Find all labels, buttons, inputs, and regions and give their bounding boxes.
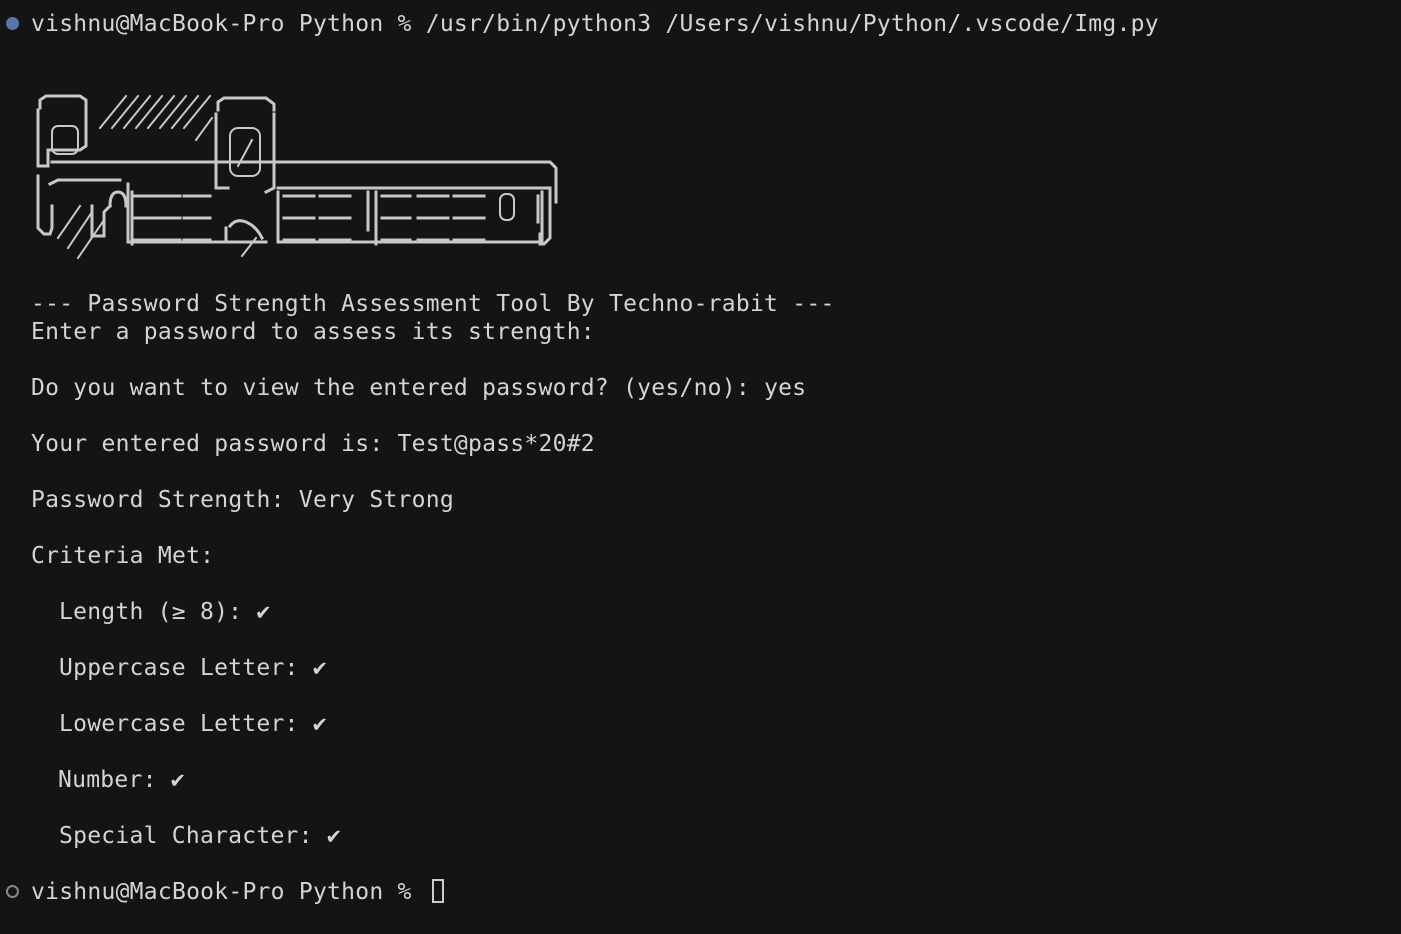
shell-prompt: vishnu@MacBook-Pro Python % (31, 879, 426, 905)
user-answer: yes (764, 375, 807, 401)
password-value: Test@pass*20#2 (397, 431, 595, 457)
criteria-item-special: Special Character: ✔ (59, 822, 341, 850)
password-strength-line: Password Strength: Very Strong (31, 486, 454, 514)
enter-password-prompt: Enter a password to assess its strength: (31, 319, 595, 345)
command-status-dot[interactable] (6, 17, 19, 30)
entered-password-line: Your entered password is: Test@pass*20#2 (31, 430, 595, 458)
final-prompt-line[interactable]: vishnu@MacBook-Pro Python % (31, 878, 444, 906)
criteria-label: Uppercase Letter: (59, 655, 313, 681)
text-cursor[interactable] (431, 878, 444, 903)
check-icon: ✔ (326, 823, 341, 849)
criteria-label: Lowercase Letter: (59, 711, 313, 737)
check-icon: ✔ (170, 767, 185, 793)
prompt-status-dot[interactable] (6, 885, 19, 898)
criteria-item-uppercase: Uppercase Letter: ✔ (59, 654, 327, 682)
check-icon: ✔ (312, 711, 327, 737)
ascii-art-banner (30, 88, 565, 274)
criteria-heading: Criteria Met: (31, 543, 215, 569)
criteria-label: Length (≥ 8): (59, 599, 257, 625)
criteria-item-lowercase: Lowercase Letter: ✔ (59, 710, 327, 738)
criteria-label: Number: (58, 767, 171, 793)
criteria-item-number: Number: ✔ (58, 766, 185, 794)
command-line: vishnu@MacBook-Pro Python % /usr/bin/pyt… (31, 10, 1159, 38)
strength-label: Password Strength: (31, 487, 299, 513)
check-icon: ✔ (256, 599, 271, 625)
strength-value: Very Strong (298, 487, 454, 513)
password-label: Your entered password is: (31, 431, 398, 457)
view-password-question: Do you want to view the entered password… (31, 374, 806, 402)
criteria-item-length: Length (≥ 8): ✔ (59, 598, 270, 626)
terminal-window[interactable]: vishnu@MacBook-Pro Python % /usr/bin/pyt… (0, 0, 1401, 934)
check-icon: ✔ (312, 655, 327, 681)
shell-prompt: vishnu@MacBook-Pro Python % (31, 11, 426, 37)
command-text: /usr/bin/python3 /Users/vishnu/Python/.v… (425, 11, 1159, 37)
question-text: Do you want to view the entered password… (31, 375, 765, 401)
criteria-label: Special Character: (59, 823, 327, 849)
tool-title: --- Password Strength Assessment Tool By… (31, 291, 835, 317)
